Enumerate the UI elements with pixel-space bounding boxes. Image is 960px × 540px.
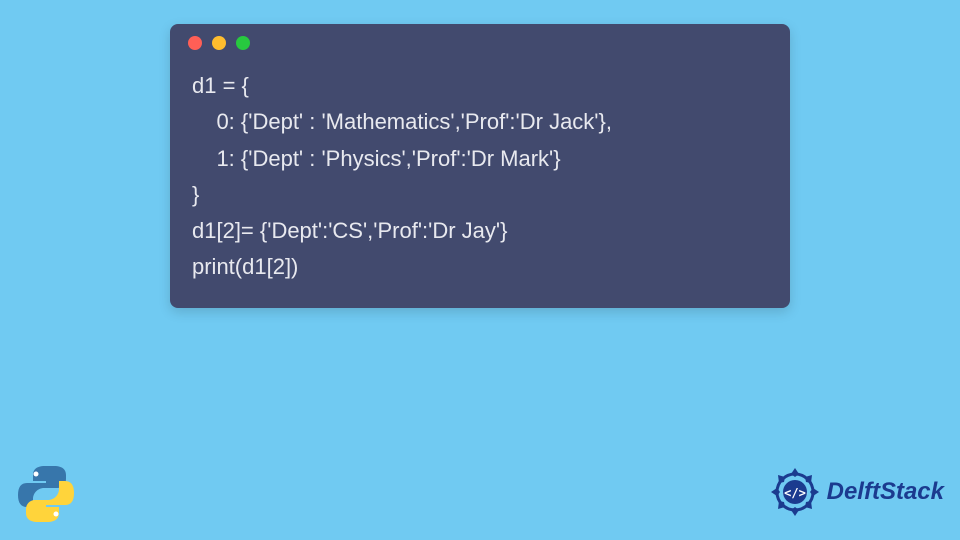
code-window: d1 = { 0: {'Dept' : 'Mathematics','Prof'… [170,24,790,308]
python-logo-icon [14,462,78,526]
code-line: d1 = { [192,73,249,98]
code-line: print(d1[2]) [192,254,298,279]
delftstack-medallion-icon: </> </> [767,464,823,520]
code-line: 0: {'Dept' : 'Mathematics','Prof':'Dr Ja… [192,109,612,134]
minimize-icon [212,36,226,50]
svg-text:</>: </> [784,486,806,500]
code-line: 1: {'Dept' : 'Physics','Prof':'Dr Mark'} [192,146,561,171]
code-line: } [192,182,199,207]
maximize-icon [236,36,250,50]
delftstack-badge: </> </> DelftStack [767,464,944,520]
code-body: d1 = { 0: {'Dept' : 'Mathematics','Prof'… [170,62,790,308]
window-titlebar [170,24,790,62]
code-line: d1[2]= {'Dept':'CS','Prof':'Dr Jay'} [192,218,507,243]
brand-name: DelftStack [827,478,944,506]
close-icon [188,36,202,50]
